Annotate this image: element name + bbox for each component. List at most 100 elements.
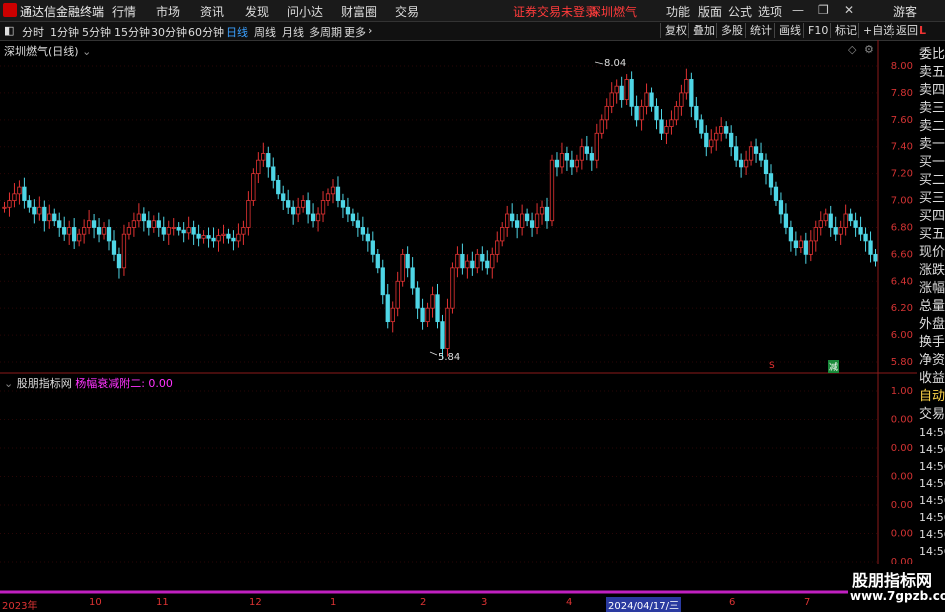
candle-body: [529, 220, 535, 228]
candle: [77, 228, 82, 247]
y-tick-label: 6.80: [891, 222, 913, 233]
candle: [27, 195, 32, 213]
guest-button[interactable]: 游客: [893, 3, 917, 20]
period-tab-60min[interactable]: 60分钟: [188, 24, 224, 40]
candle-body: [808, 240, 813, 255]
candle-body: [305, 200, 311, 215]
candle: [166, 220, 171, 245]
menu-news[interactable]: 资讯: [200, 3, 224, 20]
candle-body: [838, 227, 843, 235]
period-tab-weekly[interactable]: 周线: [254, 24, 276, 40]
toolbar-multi-stock[interactable]: 多股: [716, 23, 747, 38]
candle-body: [440, 321, 445, 349]
period-tab-monthly[interactable]: 月线: [282, 24, 304, 40]
candle-body: [266, 153, 271, 168]
candle-body: [430, 294, 435, 309]
period-tab-intraday[interactable]: 分时: [22, 24, 44, 40]
period-tab-15min[interactable]: 15分钟: [114, 24, 150, 40]
period-tab-multi[interactable]: 多周期: [309, 24, 342, 40]
candle: [768, 164, 774, 196]
minimize-icon[interactable]: —: [792, 3, 804, 17]
candle: [724, 121, 729, 139]
candle: [390, 301, 395, 333]
candle-body: [818, 220, 823, 228]
toolbar-back[interactable]: 返回: [891, 23, 922, 38]
menu-wealth[interactable]: 财富圈: [341, 3, 377, 20]
candle-body: [549, 159, 555, 222]
candle-body: [490, 253, 495, 269]
candle-body: [569, 159, 575, 168]
menu-discover[interactable]: 发现: [245, 3, 269, 20]
sidebar-auto[interactable]: 自动: [919, 390, 945, 404]
menu-formula[interactable]: 公式: [728, 3, 752, 20]
candle-body: [873, 253, 878, 262]
candle: [639, 99, 644, 131]
candle-body: [679, 92, 684, 107]
candle-body: [654, 105, 659, 121]
period-tab-more[interactable]: 更多: [344, 24, 366, 40]
menu-market[interactable]: 行情: [112, 3, 136, 20]
menu-trade[interactable]: 交易: [395, 3, 419, 20]
restore-icon[interactable]: ❐: [818, 3, 829, 17]
toolbar-adjust[interactable]: 复权: [660, 23, 691, 38]
candle: [569, 150, 575, 175]
toolbar-stats[interactable]: 统计: [745, 23, 776, 38]
candle: [773, 181, 779, 206]
sidebar-item-pct: 涨幅: [919, 281, 945, 296]
sidebar-item-turnover: 换手: [919, 335, 945, 350]
indicator-site: 股朋指标网: [16, 377, 72, 390]
toolbar-f10[interactable]: F10: [803, 23, 832, 38]
candle: [629, 71, 634, 116]
chevron-right-icon[interactable]: ›: [368, 24, 372, 37]
candle: [330, 179, 336, 204]
period-tab-30min[interactable]: 30分钟: [151, 24, 187, 40]
candle: [146, 211, 151, 236]
tick-time: 14:56: [919, 426, 945, 439]
candle: [325, 188, 331, 206]
candle-body: [196, 233, 201, 239]
candle-body: [455, 253, 460, 269]
candle: [778, 192, 784, 224]
candle-body: [181, 229, 186, 234]
y-tick-label: 7.40: [891, 142, 913, 153]
sidebar-trade[interactable]: 交易: [919, 408, 945, 422]
candle-body: [191, 227, 196, 235]
panel-toggle-icon[interactable]: ◧: [4, 24, 14, 37]
candle-body: [77, 233, 82, 242]
candle-body: [465, 260, 470, 269]
menu-markets[interactable]: 市场: [156, 3, 180, 20]
y-tick-label: 6.20: [891, 303, 913, 314]
candle: [783, 203, 789, 235]
menu-layout[interactable]: 版面: [698, 3, 722, 20]
period-tab-daily[interactable]: 日线: [226, 24, 248, 40]
close-icon[interactable]: ✕: [844, 3, 854, 17]
candle: [649, 87, 654, 112]
candle: [748, 141, 754, 166]
candle: [385, 283, 390, 329]
period-tab-1min[interactable]: 1分钟: [50, 24, 79, 40]
sidebar-item-weibi: 委比: [919, 47, 945, 62]
sidebar-item-volume: 总量: [919, 299, 945, 314]
toolbar-draw[interactable]: 画线: [774, 23, 805, 38]
candle: [161, 216, 166, 241]
menu-function[interactable]: 功能: [666, 3, 690, 20]
menu-ask[interactable]: 问小达: [287, 3, 323, 20]
candle-body: [539, 206, 545, 215]
candle-body: [480, 253, 485, 262]
candle-body: [609, 92, 614, 107]
indicator-dropdown-icon[interactable]: ⌄: [4, 377, 13, 390]
period-tab-5min[interactable]: 5分钟: [82, 24, 111, 40]
candle-body: [12, 193, 17, 201]
candle-body: [813, 227, 818, 242]
candle-body: [858, 227, 863, 235]
candle: [22, 177, 27, 209]
toolbar-mark[interactable]: 标记: [830, 23, 861, 38]
y-tick-label: 6.00: [891, 330, 913, 341]
menu-options[interactable]: 选项: [758, 3, 782, 20]
indicator-tick-label: 0.00: [891, 443, 913, 454]
toolbar-overlay[interactable]: 叠加: [688, 23, 719, 38]
x-label: 1: [330, 597, 337, 608]
price-chart[interactable]: 8.00 7.80 7.60 7.40 7.20 7.00 6.80 6.60 6.40 6.20…: [0, 40, 917, 596]
candle-body: [345, 206, 351, 215]
candle-body: [738, 159, 744, 168]
